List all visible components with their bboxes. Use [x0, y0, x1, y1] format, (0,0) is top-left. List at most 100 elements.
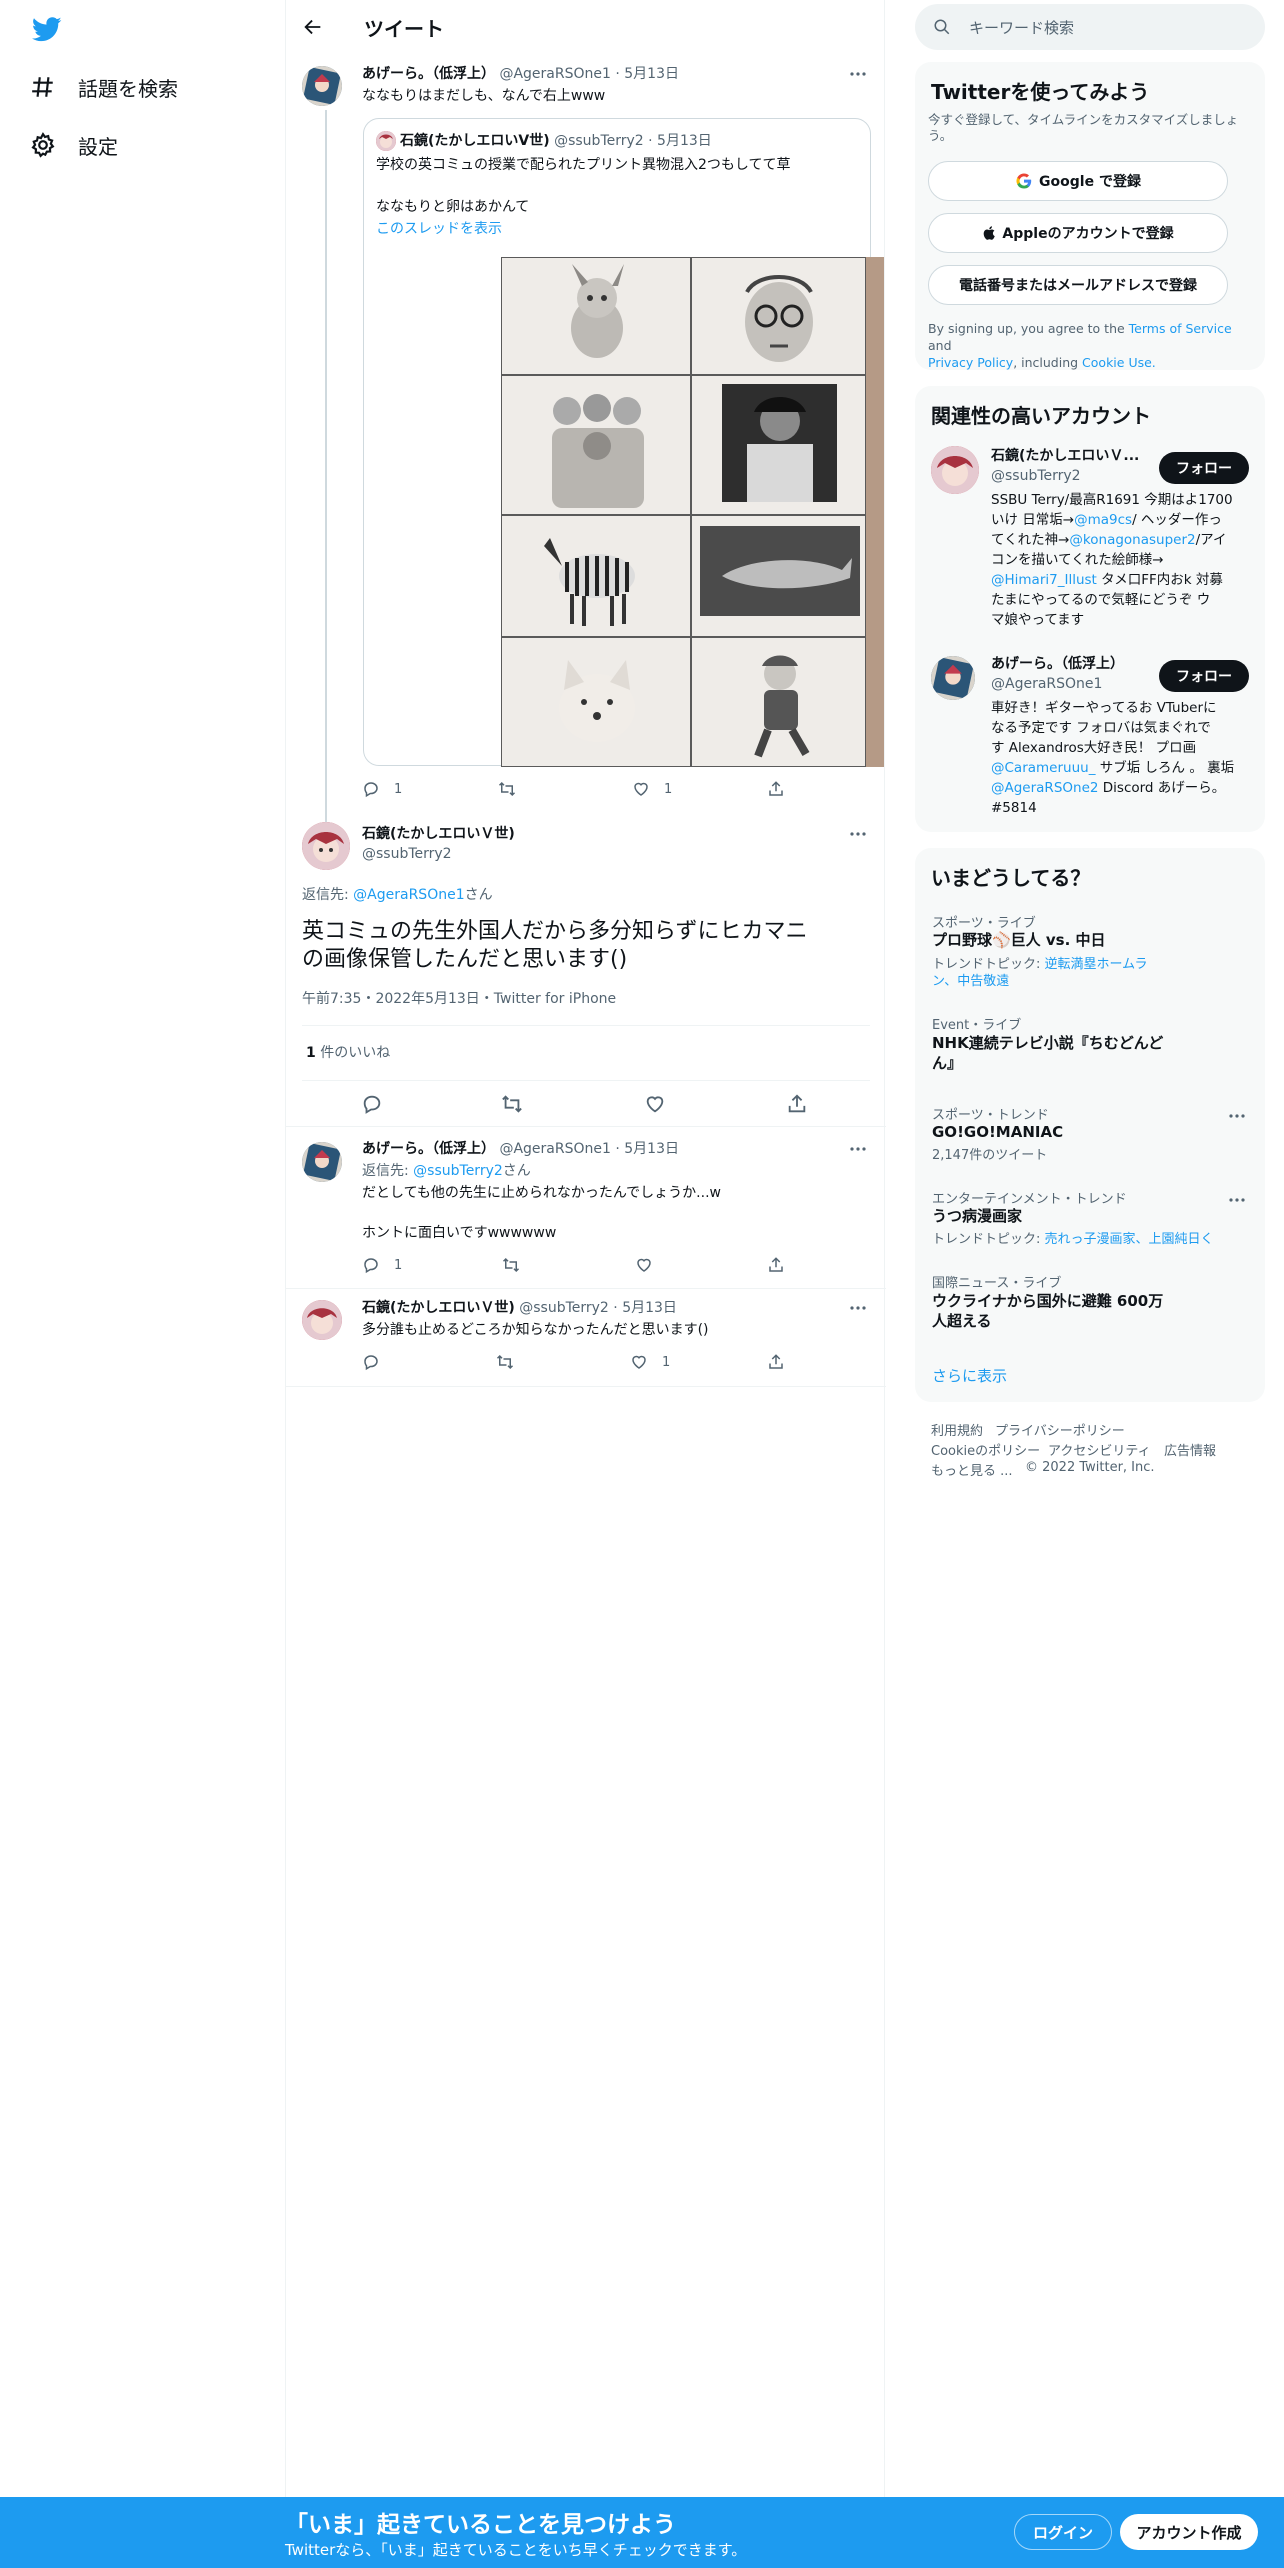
related-name[interactable]: あげーら。（低浮上）: [991, 654, 1124, 674]
reply-to-link[interactable]: @ssubTerry2: [413, 1163, 503, 1179]
avatar[interactable]: [931, 656, 975, 700]
retweet-button[interactable]: [501, 1093, 523, 1115]
photo-cell-face: [691, 257, 866, 375]
avatar[interactable]: [302, 66, 342, 106]
author-name[interactable]: 石鏡(たかしエロいＶ世): [362, 1300, 515, 1316]
search-input[interactable]: キーワード検索: [915, 4, 1265, 50]
avatar: [376, 131, 396, 151]
privacy-link[interactable]: Privacy Policy: [928, 355, 1013, 370]
photo-cell-whale: [691, 515, 866, 637]
author-name[interactable]: あげーら。（低浮上）: [362, 1141, 495, 1157]
retweet-button[interactable]: [502, 1256, 520, 1274]
footer-terms[interactable]: 利用規約: [931, 1420, 983, 1439]
share-button[interactable]: [767, 1256, 785, 1274]
share-icon: [769, 1354, 783, 1369]
phone-email-signup-button[interactable]: 電話番号またはメールアドレスで登録: [928, 265, 1228, 305]
share-icon: [788, 1094, 806, 1113]
like-button[interactable]: 1: [630, 1353, 670, 1371]
avatar[interactable]: [302, 1142, 342, 1182]
related-handle[interactable]: @ssubTerry2: [991, 466, 1081, 486]
quoted-author-handle: @ssubTerry2: [554, 133, 644, 149]
like-button[interactable]: [644, 1093, 666, 1115]
apple-icon: [984, 226, 996, 240]
related-title: 関連性の高いアカウント: [931, 404, 1151, 428]
create-account-button[interactable]: アカウント作成: [1120, 2514, 1258, 2550]
more-icon[interactable]: [848, 1139, 868, 1159]
author-name[interactable]: あげーら。（低浮上）: [362, 66, 495, 82]
cookie-link[interactable]: Cookie Use.: [1082, 355, 1156, 370]
retweet-button[interactable]: [498, 780, 516, 798]
avatar[interactable]: [302, 822, 350, 870]
reply-button[interactable]: 1: [362, 780, 402, 798]
show-thread-link[interactable]: このスレッドを表示: [376, 219, 502, 239]
bottom-bar-headline: 「いま」起きていることを見つけよう: [285, 2512, 676, 2538]
tweet-date[interactable]: 5月13日: [624, 1141, 679, 1157]
signup-title: Twitterを使ってみよう: [931, 80, 1150, 104]
author-handle[interactable]: @AgeraRSOne1: [499, 66, 610, 82]
footer-ads[interactable]: 広告情報: [1164, 1440, 1216, 1459]
photo-table-edge: [866, 257, 884, 767]
more-icon[interactable]: [848, 1298, 868, 1318]
retweet-icon: [502, 1095, 522, 1113]
reply-button[interactable]: [361, 1093, 383, 1115]
follow-button[interactable]: フォロー: [1159, 660, 1249, 692]
reply-to-link[interactable]: @AgeraRSOne1: [353, 887, 464, 903]
share-button[interactable]: [786, 1093, 808, 1115]
author-name[interactable]: 石鏡(たかしエロいＶ世): [362, 824, 515, 844]
footer-cookie[interactable]: Cookieのポリシー: [931, 1440, 1040, 1459]
divider: [286, 1126, 886, 1127]
more-icon[interactable]: [1227, 1190, 1247, 1210]
tweet-date[interactable]: 5月13日: [622, 1300, 677, 1316]
avatar[interactable]: [302, 1300, 342, 1340]
more-icon[interactable]: [848, 824, 868, 844]
reply-icon: [364, 782, 378, 798]
back-arrow-icon[interactable]: [302, 16, 324, 38]
footer-privacy[interactable]: プライバシーポリシー: [995, 1420, 1125, 1439]
bottom-bar-subtext: Twitterなら、「いま」起きていることをいち早くチェックできます。: [285, 2541, 747, 2559]
more-icon[interactable]: [1227, 1106, 1247, 1126]
related-handle[interactable]: @AgeraRSOne1: [991, 674, 1102, 694]
twitter-logo-icon[interactable]: [30, 14, 64, 44]
more-icon[interactable]: [848, 64, 868, 84]
page-title: ツイート: [364, 16, 444, 41]
apple-signup-button[interactable]: Appleのアカウントで登録: [928, 213, 1228, 253]
nav-settings[interactable]: 設定: [30, 125, 118, 165]
likes-summary[interactable]: 1 件のいいね: [306, 1043, 390, 1063]
heart-icon: [634, 782, 648, 796]
footer-accessibility[interactable]: アクセシビリティ: [1048, 1440, 1151, 1459]
trends-title: いまどうしてる？: [931, 866, 1091, 890]
tweet-text: ななもりはまだしも、なんで右上www: [362, 88, 606, 104]
follow-button[interactable]: フォロー: [1159, 452, 1249, 484]
quoted-tweet[interactable]: 石鏡(たかしエロいV世) @ssubTerry2 · 5月13日 学校の英コミュ…: [363, 118, 884, 767]
avatar-terry-icon: [931, 446, 979, 494]
like-button[interactable]: [635, 1256, 653, 1274]
reply-header: あげーら。（低浮上） @AgeraRSOne1 · 5月13日: [362, 1141, 679, 1157]
divider: [302, 1025, 870, 1026]
reply-button[interactable]: [362, 1353, 380, 1371]
retweet-button[interactable]: [496, 1353, 514, 1371]
author-handle[interactable]: @AgeraRSOne1: [499, 1141, 610, 1157]
related-name[interactable]: 石鏡(たかしエロいＶ...: [991, 446, 1139, 466]
terms-link[interactable]: Terms of Service: [1129, 321, 1232, 336]
quoted-author-name: 石鏡(たかしエロいV世): [400, 133, 550, 149]
signup-bottom-bar: 「いま」起きていることを見つけよう Twitterなら、「いま」起きていることを…: [0, 2497, 1284, 2568]
nav-explore[interactable]: 話題を検索: [30, 67, 178, 107]
main-tweet-text-line2: の画像保管したんだと思います(): [302, 947, 628, 972]
tweet-meta[interactable]: 午前7:35・2022年5月13日・Twitter for iPhone: [302, 989, 616, 1009]
reply-icon: [364, 1355, 378, 1371]
show-more-link[interactable]: さらに表示: [932, 1365, 1007, 1386]
left-sidebar: 話題を検索 設定: [0, 0, 285, 2500]
author-handle[interactable]: @ssubTerry2: [519, 1300, 609, 1316]
share-button[interactable]: [767, 780, 785, 798]
footer-more[interactable]: もっと見る ...: [931, 1460, 1013, 1479]
google-signup-button[interactable]: Google で登録: [928, 161, 1228, 201]
login-button[interactable]: ログイン: [1014, 2514, 1112, 2550]
quoted-photo[interactable]: [501, 257, 884, 767]
like-button[interactable]: 1: [632, 780, 672, 798]
author-handle[interactable]: @ssubTerry2: [362, 844, 452, 864]
reply-button[interactable]: 1: [362, 1256, 402, 1274]
search-placeholder: キーワード検索: [969, 18, 1075, 37]
share-button[interactable]: [767, 1353, 785, 1371]
avatar[interactable]: [931, 446, 979, 494]
tweet-date[interactable]: 5月13日: [624, 66, 679, 82]
